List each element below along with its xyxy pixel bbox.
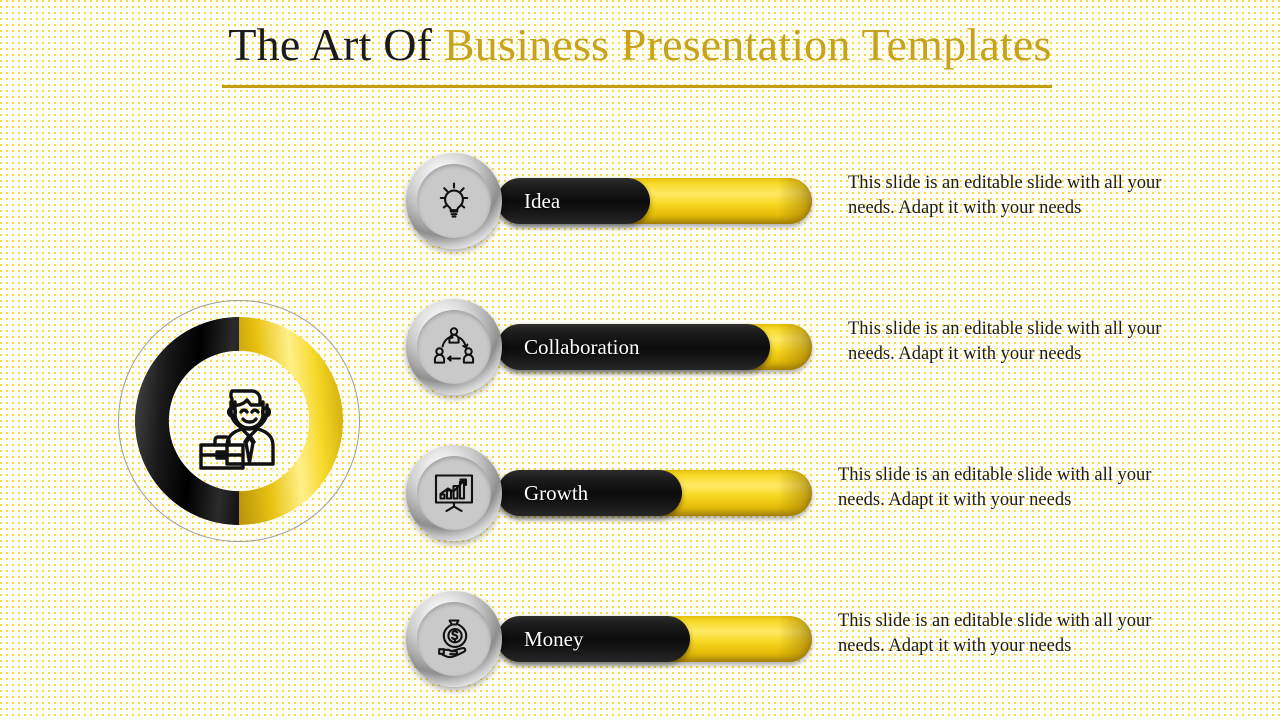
progress-bar-fill-idea[interactable]: Idea: [497, 178, 650, 224]
medallion-money[interactable]: [406, 591, 502, 687]
list-item[interactable]: Money This slide is an editable slide wi…: [0, 591, 1280, 687]
medallion-idea[interactable]: [406, 153, 502, 249]
title-line: The Art Of Business Presentation Templat…: [0, 18, 1280, 72]
lightbulb-icon: [431, 178, 477, 224]
row-label: Collaboration: [524, 334, 640, 359]
row-label: Idea: [524, 188, 561, 213]
collaboration-people-icon: [431, 324, 477, 370]
title-part-dark: The Art Of: [228, 19, 433, 70]
row-label: Growth: [524, 480, 589, 505]
row-description: This slide is an editable slide with all…: [838, 465, 1152, 510]
progress-bar-fill-collaboration[interactable]: Collaboration: [497, 324, 770, 370]
money-bag-hand-icon: [431, 616, 477, 662]
progress-bar-fill-money[interactable]: Money: [497, 616, 690, 662]
medallion-collaboration[interactable]: [406, 299, 502, 395]
row-description: This slide is an editable slide with all…: [848, 173, 1162, 218]
row-label: Money: [524, 626, 584, 651]
title-underline-rule: [222, 85, 1052, 88]
list-item[interactable]: Collaboration This slide is an editable …: [0, 299, 1280, 395]
progress-bar-fill-growth[interactable]: Growth: [497, 470, 682, 516]
list-item[interactable]: Idea This slide is an editable slide wit…: [0, 153, 1280, 249]
title-part-gold: Business Presentation Templates: [443, 19, 1052, 70]
medallion-growth[interactable]: [406, 445, 502, 541]
growth-chart-board-icon: [431, 470, 477, 516]
row-description: This slide is an editable slide with all…: [838, 611, 1152, 656]
row-description: This slide is an editable slide with all…: [848, 319, 1162, 364]
page-title: The Art Of Business Presentation Templat…: [0, 18, 1280, 72]
list-item[interactable]: Growth This slide is an editable slide w…: [0, 445, 1280, 541]
